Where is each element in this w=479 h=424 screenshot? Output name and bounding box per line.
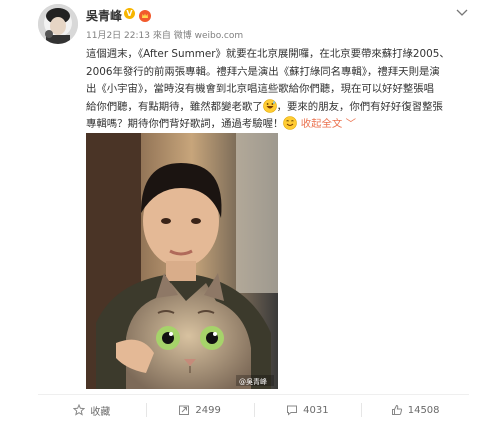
chevron-down-icon (456, 9, 468, 16)
repost-button[interactable]: 2499 (145, 399, 254, 421)
collect-label: 收藏 (90, 406, 111, 418)
like-count: 14508 (407, 404, 440, 416)
post-actions-bar: 收藏 2499 4031 14508 (38, 399, 469, 421)
collect-button[interactable]: 收藏 (38, 399, 146, 421)
star-icon (73, 404, 86, 416)
post-source: 來自 微博 weibo.com (152, 31, 244, 41)
post-text: 這個週末，《After Summer》就要在北京展開囉，在北京要帶來蘇打綠200… (86, 46, 468, 134)
verified-badge: V (124, 8, 135, 19)
comment-count: 4031 (303, 404, 329, 416)
thumbs-up-icon (391, 404, 402, 415)
repost-icon (179, 405, 190, 415)
smile-emoji (283, 116, 298, 131)
post-meta: 11月2日 22:13 來自 微博 weibo.com (86, 28, 243, 41)
comment-button[interactable]: 4031 (253, 399, 362, 421)
post-text-line-1: 這個週末，《After Summer》就要在北京展開囉，在北京要帶來蘇打綠200… (86, 48, 450, 60)
post-photo[interactable]: @吳青峰 (86, 133, 278, 389)
photo-watermark: @吳青峰 (239, 377, 267, 386)
post-text-line-2: 2006年發行的前兩張專輯。禮拜六是演出《蘇打綠同名專輯》，禮拜天則是演 (86, 65, 440, 78)
weibo-post-card: 吳青峰 V 11月2日 22:13 來自 微博 weibo.com 這個週末，《… (0, 0, 479, 424)
selfie-with-cat-image: @吳青峰 (86, 133, 278, 389)
comment-icon (287, 405, 298, 416)
collapse-text-link[interactable]: 收起全文 (301, 118, 343, 130)
more-options-button[interactable] (455, 3, 469, 16)
author-name[interactable]: 吳青峰 (86, 7, 122, 24)
actions-divider (38, 394, 469, 395)
repost-count: 2499 (195, 404, 221, 416)
like-button[interactable]: 14508 (361, 399, 469, 421)
post-text-line-4a: 給你們聽，有點期待，雖然都變老歌了 (86, 100, 263, 113)
avatar[interactable] (38, 4, 78, 44)
post-date[interactable]: 11月2日 22:13 (86, 31, 150, 41)
collapse-chevron-icon[interactable]: ﹀ (346, 118, 356, 130)
post-text-line-3: 出《小宇宙》，當時沒有機會到北京唱這些歌給你們聽，現在可以好好整張唱 (86, 83, 435, 96)
post-text-line-4b: ，要來的朋友，你們有好好復習整張 (276, 100, 443, 113)
grinning-sweat-emoji (262, 98, 277, 113)
vip-crown-icon (139, 7, 151, 22)
post-text-line-5: 專輯嗎？期待你們背好歌詞，通過考驗喔！ (86, 118, 284, 131)
